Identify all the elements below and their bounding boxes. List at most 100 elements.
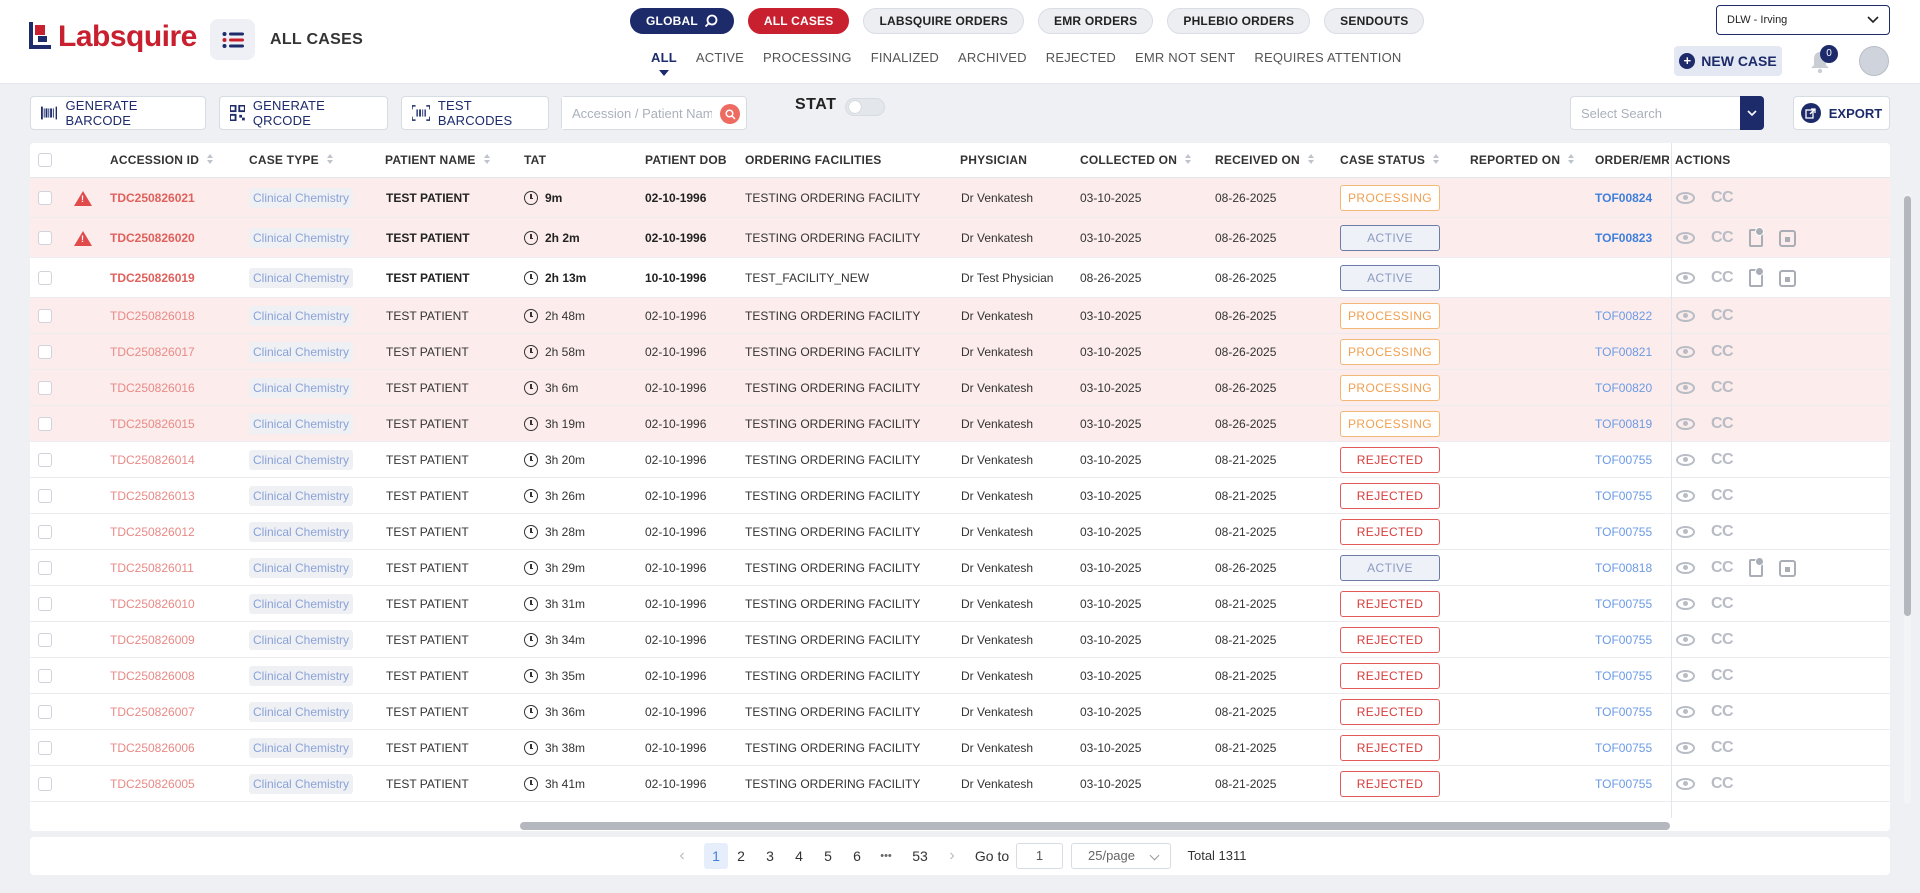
row-checkbox[interactable] [38,191,52,205]
order-id[interactable]: TOF00755 [1595,741,1652,755]
pill-sendouts[interactable]: SENDOUTS [1324,8,1425,34]
col-accession-id[interactable]: ACCESSION ID [110,143,214,178]
order-id[interactable]: TOF00823 [1595,231,1652,245]
row-checkbox[interactable] [38,453,52,467]
tab-emr-not-sent[interactable]: EMR NOT SENT [1135,50,1235,65]
document-user-icon[interactable] [1749,267,1765,287]
avatar[interactable] [1859,46,1889,76]
accession-id[interactable]: TDC250826015 [110,417,195,431]
order-id[interactable]: TOF00824 [1595,191,1652,205]
row-checkbox[interactable] [38,381,52,395]
accession-id[interactable]: TDC250826020 [110,231,195,245]
sort-icon[interactable] [483,153,491,166]
labsquire-logo[interactable]: Labsquire [28,20,197,54]
accession-id[interactable]: TDC250826008 [110,669,195,683]
row-checkbox[interactable] [38,525,52,539]
page-2[interactable]: 2 [734,843,748,869]
table-row[interactable]: TDC250826021 Clinical Chemistry TEST PATIE… [30,178,1890,218]
accession-search-input[interactable] [562,97,712,129]
order-id[interactable]: TOF00822 [1595,309,1652,323]
view-eye-icon[interactable] [1676,382,1695,394]
col-collected-on[interactable]: COLLECTED ON [1080,143,1192,178]
accession-id[interactable]: TDC250826011 [110,561,194,575]
row-checkbox[interactable] [38,705,52,719]
search-button[interactable] [720,104,740,124]
generate-barcode-button[interactable]: GENERATE BARCODE [30,96,206,130]
table-row[interactable]: TDC250826018 Clinical Chemistry TEST PATIE… [30,298,1890,334]
accession-id[interactable]: TDC250826021 [110,191,195,205]
view-eye-icon[interactable] [1676,310,1695,322]
menu-list-button[interactable] [210,19,255,60]
cc-icon[interactable]: CC [1711,229,1734,247]
tab-requires-attention[interactable]: REQUIRES ATTENTION [1254,50,1401,65]
stat-toggle[interactable] [845,98,885,116]
cc-icon[interactable]: CC [1711,703,1734,721]
select-search-dropdown[interactable]: Select Search [1570,96,1764,130]
view-eye-icon[interactable] [1676,526,1695,538]
col-received-on[interactable]: RECEIVED ON [1215,143,1315,178]
order-id[interactable]: TOF00818 [1595,561,1652,575]
col-case-type[interactable]: CASE TYPE [249,143,334,178]
select-search-toggle[interactable] [1740,96,1764,130]
view-eye-icon[interactable] [1676,192,1695,204]
pill-all-cases[interactable]: ALL CASES [747,8,850,34]
table-row[interactable]: TDC250826019 Clinical Chemistry TEST PATIE… [30,258,1890,298]
table-row[interactable]: TDC250826016 Clinical Chemistry TEST PATIE… [30,370,1890,406]
cc-icon[interactable]: CC [1711,189,1734,207]
view-eye-icon[interactable] [1676,232,1695,244]
row-checkbox[interactable] [38,345,52,359]
view-eye-icon[interactable] [1676,742,1695,754]
cc-icon[interactable]: CC [1711,739,1734,757]
sort-icon[interactable] [326,153,334,166]
accession-id[interactable]: TDC250826013 [110,489,195,503]
accession-id[interactable]: TDC250826007 [110,705,195,719]
table-row[interactable]: TDC250826009 Clinical Chemistry TEST PATIE… [30,622,1890,658]
archive-icon[interactable] [1779,559,1797,577]
cc-icon[interactable]: CC [1711,487,1734,505]
view-eye-icon[interactable] [1676,778,1695,790]
row-checkbox[interactable] [38,669,52,683]
page-4[interactable]: 4 [792,843,806,869]
cc-icon[interactable]: CC [1711,269,1734,287]
archive-icon[interactable] [1779,269,1797,287]
page-53[interactable]: 53 [909,843,931,869]
view-eye-icon[interactable] [1676,490,1695,502]
pill-global[interactable]: GLOBAL [630,8,734,34]
table-row[interactable]: TDC250826010 Clinical Chemistry TEST PATIE… [30,586,1890,622]
tab-processing[interactable]: PROCESSING [763,50,852,65]
prev-page-icon[interactable]: ‹ [674,843,690,869]
test-barcodes-button[interactable]: TEST BARCODES [401,96,549,130]
accession-id[interactable]: TDC250826012 [110,525,195,539]
col-reported-on[interactable]: REPORTED ON [1470,143,1575,178]
table-row[interactable]: TDC250826020 Clinical Chemistry TEST PATIE… [30,218,1890,258]
pill-phlebio-orders[interactable]: PHLEBIO ORDERS [1167,8,1311,34]
cc-icon[interactable]: CC [1711,631,1734,649]
page-5[interactable]: 5 [821,843,835,869]
tab-active[interactable]: ACTIVE [696,50,744,65]
accession-id[interactable]: TDC250826014 [110,453,195,467]
select-all-checkbox[interactable] [38,153,52,167]
row-checkbox[interactable] [38,777,52,791]
document-user-icon[interactable] [1749,557,1765,577]
row-checkbox[interactable] [38,561,52,575]
col-case-status[interactable]: CASE STATUS [1340,143,1440,178]
page-6[interactable]: 6 [850,843,864,869]
accession-id[interactable]: TDC250826019 [110,271,195,285]
sort-icon[interactable] [1185,153,1192,166]
cc-icon[interactable]: CC [1711,415,1734,433]
tab-archived[interactable]: ARCHIVED [958,50,1027,65]
page-size-select[interactable]: 25/page [1071,843,1171,869]
sort-icon[interactable] [1433,153,1440,166]
cc-icon[interactable]: CC [1711,667,1734,685]
view-eye-icon[interactable] [1676,454,1695,466]
scroll-thumb[interactable] [1904,196,1911,616]
table-row[interactable]: TDC250826011 Clinical Chemistry TEST PATIE… [30,550,1890,586]
view-eye-icon[interactable] [1676,346,1695,358]
generate-qrcode-button[interactable]: GENERATE QRCODE [219,96,388,130]
order-id[interactable]: TOF00755 [1595,777,1652,791]
accession-id[interactable]: TDC250826017 [110,345,195,359]
col-patient-name[interactable]: PATIENT NAME [385,143,491,178]
page-3[interactable]: 3 [763,843,777,869]
accession-id[interactable]: TDC250826016 [110,381,195,395]
cc-icon[interactable]: CC [1711,523,1734,541]
